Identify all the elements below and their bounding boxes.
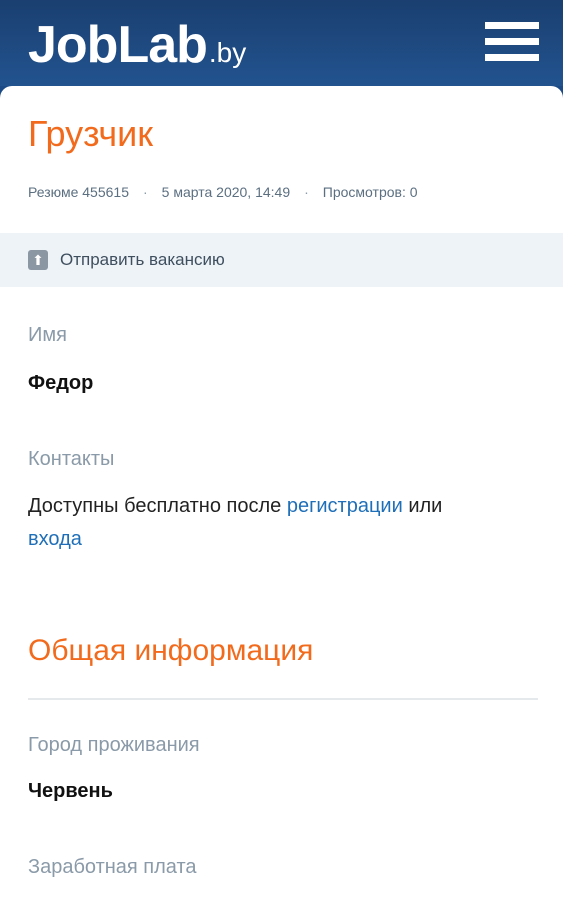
section-title-general: Общая информация — [28, 634, 314, 667]
contacts-or: или — [408, 495, 443, 517]
logo-main: JobLab — [28, 16, 208, 74]
meta-separator: · — [142, 184, 148, 200]
send-vacancy-link[interactable]: Отправить вакансию — [60, 250, 225, 270]
share-bar[interactable]: ⬆ Отправить вакансию — [0, 233, 563, 287]
city-value: Червень — [28, 780, 113, 802]
divider — [28, 698, 538, 700]
name-label: Имя — [28, 324, 67, 346]
name-value: Федор — [28, 372, 94, 394]
resume-meta: Резюме 455615 · 5 марта 2020, 14:49 · Просмо… — [28, 184, 418, 200]
login-link[interactable]: входа — [28, 528, 82, 550]
resume-views: Просмотров: 0 — [322, 184, 418, 200]
contacts-text: Доступны бесплатно после регистрации или… — [28, 490, 528, 556]
resume-date: 5 марта 2020, 14:49 — [161, 184, 291, 200]
logo[interactable]: JobLab.by — [28, 14, 246, 84]
hamburger-menu-icon[interactable] — [485, 22, 539, 62]
contacts-prefix: Доступны бесплатно после — [28, 495, 282, 517]
page-title: Грузчик — [28, 113, 154, 154]
meta-separator: · — [304, 184, 309, 200]
city-label: Город проживания — [28, 734, 200, 756]
upload-arrow-icon: ⬆ — [28, 250, 48, 270]
resume-card: Грузчик Резюме 455615 · 5 марта 2020, 14:4… — [0, 86, 563, 900]
logo-tld: .by — [208, 37, 247, 68]
contacts-label: Контакты — [28, 448, 115, 470]
resume-id: Резюме 455615 — [28, 184, 129, 200]
salary-label: Заработная плата — [28, 856, 197, 878]
site-header: JobLab.by — [0, 0, 563, 86]
register-link[interactable]: регистрации — [287, 495, 403, 517]
